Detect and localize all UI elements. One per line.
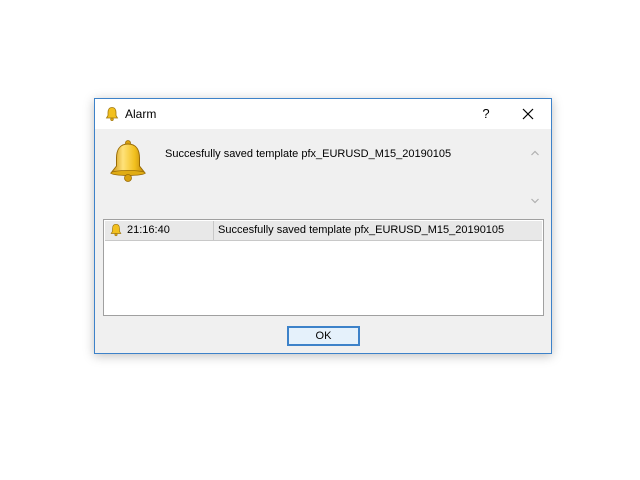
chevron-down-icon[interactable] [527, 193, 543, 209]
chevron-up-icon[interactable] [527, 145, 543, 161]
alarm-dialog: Alarm ? Succesfully saved template pfx_E… [94, 98, 552, 354]
bell-icon [109, 223, 123, 237]
message-scrollbar[interactable] [527, 143, 543, 211]
alarm-message: Succesfully saved template pfx_EURUSD_M1… [165, 148, 452, 160]
window-title: Alarm [125, 107, 157, 121]
alarm-list[interactable]: 21:16:40 Succesfully saved template pfx_… [103, 219, 544, 316]
title-bar[interactable]: Alarm ? [95, 99, 551, 129]
close-button[interactable] [513, 99, 543, 129]
list-item[interactable]: 21:16:40 Succesfully saved template pfx_… [105, 221, 542, 241]
ok-button[interactable]: OK [287, 326, 360, 346]
help-button[interactable]: ? [471, 99, 501, 129]
bell-icon [107, 139, 149, 183]
bell-icon [104, 106, 120, 122]
alarm-time: 21:16:40 [127, 221, 214, 240]
close-icon [522, 108, 534, 120]
alarm-row-message: Succesfully saved template pfx_EURUSD_M1… [218, 224, 505, 236]
